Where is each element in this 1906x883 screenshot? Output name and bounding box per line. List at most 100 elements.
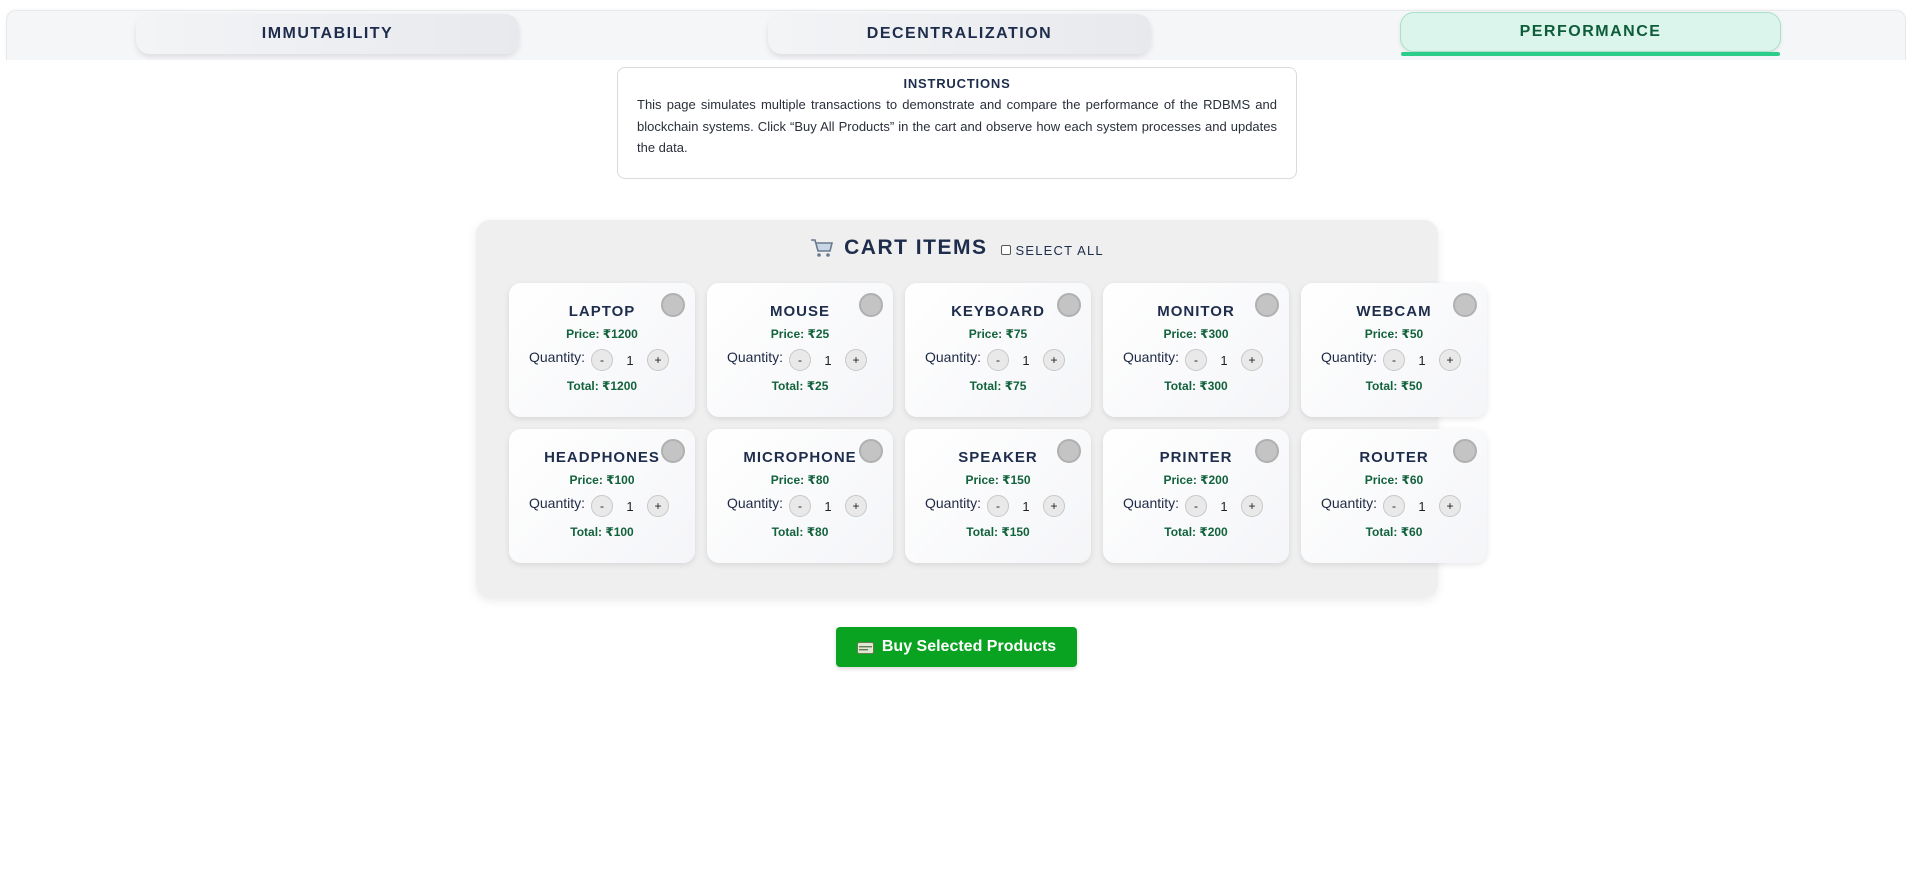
increment-button[interactable]: + <box>1439 495 1462 517</box>
buy-button-label: Buy Selected Products <box>881 638 1057 655</box>
increment-button[interactable]: + <box>647 495 670 517</box>
product-price: Price: ₹300 <box>1163 327 1229 341</box>
decrement-button[interactable]: - <box>591 349 614 371</box>
product-card: MICROPHONE Price: ₹80 Quantity: -1 + Total: ₹… <box>707 429 893 563</box>
quantity-stepper: Quantity: -1 + <box>727 495 868 517</box>
product-name: WEBCAM <box>1356 303 1432 320</box>
tab-decentralization[interactable]: DECENTRALIZATION <box>768 14 1151 54</box>
increment-button[interactable]: + <box>647 349 670 371</box>
select-all-box[interactable] <box>1001 245 1012 255</box>
quantity-stepper: Quantity: -1 + <box>1321 349 1462 371</box>
quantity-label: Quantity: <box>727 495 784 511</box>
quantity-stepper: Quantity: -1 + <box>925 349 1066 371</box>
product-price: Price: ₹80 <box>770 473 830 487</box>
increment-button[interactable]: + <box>1043 349 1066 371</box>
quantity-stepper: Quantity: -1 + <box>1123 495 1264 517</box>
quantity-label: Quantity: <box>1321 349 1378 365</box>
select-all-label: SELECT ALL <box>1015 242 1104 258</box>
quantity-value: 1 <box>1220 352 1228 368</box>
quantity-stepper: Quantity: -1 + <box>1123 349 1264 371</box>
instructions-title: INSTRUCTIONS <box>903 76 1011 91</box>
quantity-label: Quantity: <box>529 495 586 511</box>
cart-title: CART ITEMS <box>810 236 987 260</box>
increment-button[interactable]: + <box>1439 349 1462 371</box>
cart-header: CART ITEMS SELECT ALL <box>476 236 1438 260</box>
product-total: Total: ₹300 <box>1164 379 1228 393</box>
decrement-button[interactable]: - <box>1185 349 1208 371</box>
select-all-checkbox[interactable]: SELECT ALL <box>1001 243 1103 258</box>
product-total: Total: ₹80 <box>771 525 829 539</box>
instructions-box: INSTRUCTIONS This page simulates multipl… <box>617 67 1297 179</box>
tab-performance-label: PERFORMANCE <box>1519 23 1662 40</box>
active-tab-underline <box>1401 52 1780 56</box>
product-price: Price: ₹150 <box>965 473 1031 487</box>
product-name: SPEAKER <box>958 449 1038 466</box>
product-price: Price: ₹60 <box>1364 473 1424 487</box>
increment-button[interactable]: + <box>1241 349 1264 371</box>
decrement-button[interactable]: - <box>789 349 812 371</box>
quantity-label: Quantity: <box>727 349 784 365</box>
shopping-cart-icon <box>810 238 834 258</box>
product-card: HEADPHONES Price: ₹100 Quantity: -1 + Total: … <box>509 429 695 563</box>
quantity-value: 1 <box>1418 498 1426 514</box>
increment-button[interactable]: + <box>845 349 868 371</box>
tab-performance[interactable]: PERFORMANCE <box>1400 12 1781 56</box>
decrement-button[interactable]: - <box>1383 349 1406 371</box>
quantity-value: 1 <box>824 498 832 514</box>
cart-title-text: CART ITEMS <box>844 236 988 259</box>
quantity-value: 1 <box>1418 352 1426 368</box>
product-price: Price: ₹75 <box>968 327 1028 341</box>
buy-selected-button[interactable]: Buy Selected Products <box>836 627 1077 667</box>
cart-panel: CART ITEMS SELECT ALL LAPTOP Price: ₹1200… <box>476 220 1487 598</box>
quantity-stepper: Quantity: -1 + <box>925 495 1066 517</box>
product-total: Total: ₹60 <box>1365 525 1423 539</box>
product-total: Total: ₹150 <box>966 525 1030 539</box>
quantity-label: Quantity: <box>529 349 586 365</box>
product-card: PRINTER Price: ₹200 Quantity: -1 + Total: ₹20… <box>1103 429 1289 563</box>
product-name: MONITOR <box>1157 303 1235 320</box>
quantity-value: 1 <box>1022 498 1030 514</box>
decrement-button[interactable]: - <box>591 495 614 517</box>
quantity-stepper: Quantity: -1 + <box>529 495 670 517</box>
quantity-label: Quantity: <box>925 495 982 511</box>
product-total: Total: ₹1200 <box>566 379 638 393</box>
money-icon <box>856 641 874 654</box>
quantity-stepper: Quantity: -1 + <box>529 349 670 371</box>
quantity-stepper: Quantity: -1 + <box>1321 495 1462 517</box>
product-card: LAPTOP Price: ₹1200 Quantity: -1 + Total: ₹12… <box>509 283 695 417</box>
product-price: Price: ₹200 <box>1163 473 1229 487</box>
quantity-value: 1 <box>626 498 634 514</box>
quantity-stepper: Quantity: -1 + <box>727 349 868 371</box>
product-card: ROUTER Price: ₹60 Quantity: -1 + Total: ₹60 <box>1301 429 1487 563</box>
product-name: KEYBOARD <box>951 303 1045 320</box>
decrement-button[interactable]: - <box>1185 495 1208 517</box>
quantity-value: 1 <box>1220 498 1228 514</box>
product-total: Total: ₹50 <box>1365 379 1423 393</box>
tab-immutability[interactable]: IMMUTABILITY <box>136 14 519 54</box>
decrement-button[interactable]: - <box>1383 495 1406 517</box>
product-name: MICROPHONE <box>743 449 857 466</box>
product-total: Total: ₹75 <box>969 379 1027 393</box>
quantity-value: 1 <box>1022 352 1030 368</box>
product-total: Total: ₹200 <box>1164 525 1228 539</box>
product-card: MONITOR Price: ₹300 Quantity: -1 + Total: ₹30… <box>1103 283 1289 417</box>
product-name: LAPTOP <box>568 303 636 320</box>
instructions-text: This page simulates multiple transaction… <box>637 97 1277 155</box>
product-card: MOUSE Price: ₹25 Quantity: -1 + Total: ₹25 <box>707 283 893 417</box>
product-card: KEYBOARD Price: ₹75 Quantity: -1 + Total: ₹75 <box>905 283 1091 417</box>
product-price: Price: ₹100 <box>569 473 635 487</box>
quantity-value: 1 <box>824 352 832 368</box>
increment-button[interactable]: + <box>845 495 868 517</box>
increment-button[interactable]: + <box>1241 495 1264 517</box>
product-total: Total: ₹100 <box>570 525 634 539</box>
quantity-label: Quantity: <box>1321 495 1378 511</box>
product-price: Price: ₹50 <box>1364 327 1424 341</box>
increment-button[interactable]: + <box>1043 495 1066 517</box>
product-name: ROUTER <box>1359 449 1429 466</box>
quantity-label: Quantity: <box>1123 349 1180 365</box>
decrement-button[interactable]: - <box>789 495 812 517</box>
decrement-button[interactable]: - <box>987 495 1010 517</box>
decrement-button[interactable]: - <box>987 349 1010 371</box>
product-name: MOUSE <box>769 303 830 320</box>
quantity-value: 1 <box>626 352 634 368</box>
